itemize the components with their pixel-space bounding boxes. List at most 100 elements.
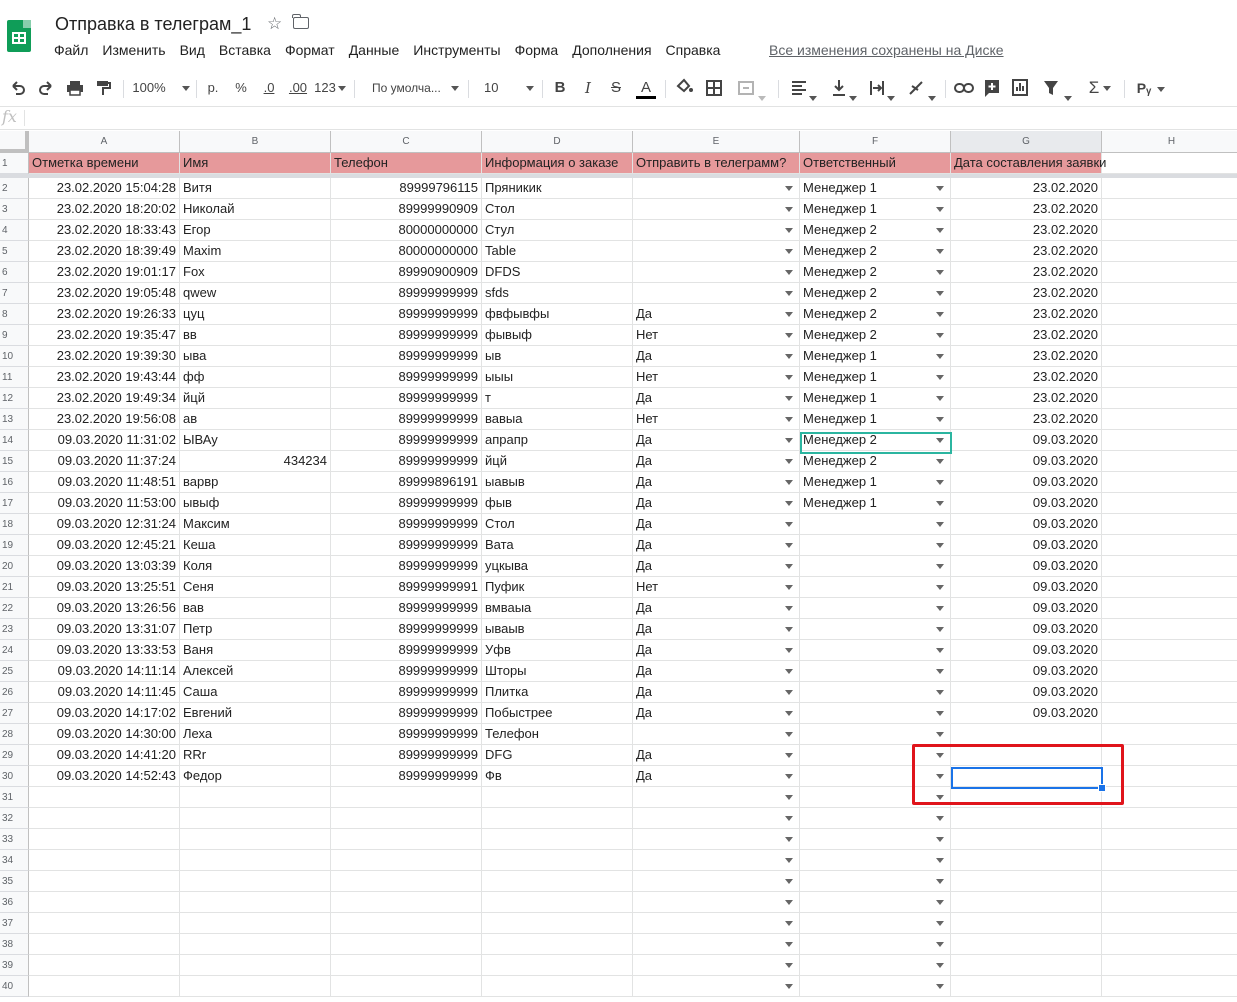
dropdown-arrow-icon[interactable] — [785, 795, 793, 800]
data-cell[interactable]: 09.03.2020 14:11:14 — [29, 661, 180, 682]
data-cell[interactable]: 23.02.2020 — [951, 304, 1102, 325]
row-header-25[interactable]: 25 — [0, 661, 29, 682]
data-cell[interactable]: 23.02.2020 — [951, 178, 1102, 199]
data-cell[interactable]: вав — [180, 598, 331, 619]
font-family-select[interactable]: По умолча... — [364, 74, 460, 102]
row-header-40[interactable]: 40 — [0, 976, 29, 997]
dropdown-cell[interactable] — [800, 913, 951, 934]
data-cell[interactable] — [1102, 283, 1237, 304]
data-cell[interactable]: Саша — [180, 682, 331, 703]
data-cell[interactable] — [1102, 199, 1237, 220]
dropdown-arrow-icon[interactable] — [785, 900, 793, 905]
dropdown-cell[interactable] — [800, 808, 951, 829]
select-all-corner[interactable] — [0, 131, 29, 153]
data-cell[interactable]: Егор — [180, 220, 331, 241]
dropdown-cell[interactable]: Да — [633, 703, 800, 724]
column-header-a[interactable]: A — [29, 131, 180, 153]
strikethrough-button[interactable]: S — [606, 74, 626, 102]
data-cell[interactable]: Уфв — [482, 640, 633, 661]
dropdown-cell[interactable]: Да — [633, 640, 800, 661]
row-header-5[interactable]: 5 — [0, 241, 29, 262]
menu-item-0[interactable]: Файл — [54, 42, 88, 58]
data-cell[interactable]: 09.03.2020 12:45:21 — [29, 535, 180, 556]
dropdown-arrow-icon[interactable] — [785, 606, 793, 611]
data-cell[interactable]: 89999999999 — [331, 409, 482, 430]
dropdown-arrow-icon[interactable] — [936, 522, 944, 527]
dropdown-arrow-icon[interactable] — [936, 396, 944, 401]
menu-item-1[interactable]: Изменить — [102, 42, 165, 58]
dropdown-arrow-icon[interactable] — [785, 816, 793, 821]
data-cell[interactable] — [1102, 220, 1237, 241]
data-cell[interactable] — [1102, 850, 1237, 871]
data-cell[interactable]: Стол — [482, 199, 633, 220]
row-header-26[interactable]: 26 — [0, 682, 29, 703]
dropdown-cell[interactable]: Менеджер 2 — [800, 304, 951, 325]
data-cell[interactable]: Максим — [180, 514, 331, 535]
data-cell[interactable] — [482, 850, 633, 871]
header-cell[interactable]: Дата составления заявки — [951, 153, 1106, 174]
data-cell[interactable]: вв — [180, 325, 331, 346]
data-cell[interactable] — [1102, 409, 1237, 430]
row-header-27[interactable]: 27 — [0, 703, 29, 724]
dropdown-arrow-icon[interactable] — [785, 711, 793, 716]
data-cell[interactable]: Витя — [180, 178, 331, 199]
dropdown-cell[interactable] — [800, 892, 951, 913]
data-cell[interactable]: 23.02.2020 15:04:28 — [29, 178, 180, 199]
data-cell[interactable]: 23.02.2020 18:39:49 — [29, 241, 180, 262]
star-icon[interactable]: ☆ — [267, 14, 282, 34]
data-cell[interactable] — [951, 871, 1102, 892]
header-cell[interactable] — [1102, 153, 1237, 174]
text-rotation-icon[interactable] — [906, 74, 938, 102]
dropdown-arrow-icon[interactable] — [936, 816, 944, 821]
increase-decimals-button[interactable]: .00 — [285, 74, 311, 102]
decrease-decimals-button[interactable]: .0 — [258, 74, 280, 102]
row-header-21[interactable]: 21 — [0, 577, 29, 598]
data-cell[interactable]: 89999999999 — [331, 619, 482, 640]
dropdown-cell[interactable]: Да — [633, 745, 800, 766]
filter-icon[interactable] — [1038, 74, 1076, 102]
dropdown-cell[interactable]: Да — [633, 766, 800, 787]
dropdown-cell[interactable] — [800, 871, 951, 892]
dropdown-arrow-icon[interactable] — [785, 837, 793, 842]
dropdown-cell[interactable] — [633, 283, 800, 304]
data-cell[interactable]: 89999999999 — [331, 682, 482, 703]
data-cell[interactable]: 89999999999 — [331, 367, 482, 388]
dropdown-cell[interactable]: Да — [633, 661, 800, 682]
dropdown-arrow-icon[interactable] — [936, 942, 944, 947]
data-cell[interactable]: ываыв — [482, 619, 633, 640]
data-cell[interactable] — [331, 976, 482, 997]
dropdown-arrow-icon[interactable] — [936, 606, 944, 611]
dropdown-cell[interactable] — [633, 787, 800, 808]
dropdown-cell[interactable]: Менеджер 2 — [800, 241, 951, 262]
dropdown-cell[interactable] — [800, 724, 951, 745]
data-cell[interactable]: Фв — [482, 766, 633, 787]
data-cell[interactable] — [29, 976, 180, 997]
header-cell[interactable]: Ответственный — [800, 153, 951, 174]
fill-color-icon[interactable] — [674, 74, 694, 102]
data-cell[interactable] — [331, 934, 482, 955]
dropdown-arrow-icon[interactable] — [785, 228, 793, 233]
data-cell[interactable]: 23.02.2020 — [951, 220, 1102, 241]
dropdown-cell[interactable]: Менеджер 2 — [800, 451, 951, 472]
row-header-38[interactable]: 38 — [0, 934, 29, 955]
dropdown-arrow-icon[interactable] — [785, 774, 793, 779]
data-cell[interactable] — [482, 808, 633, 829]
data-cell[interactable] — [482, 913, 633, 934]
insert-comment-icon[interactable] — [982, 74, 1002, 102]
data-cell[interactable] — [331, 892, 482, 913]
data-cell[interactable]: 89999999999 — [331, 493, 482, 514]
data-cell[interactable]: 89990900909 — [331, 262, 482, 283]
undo-icon[interactable] — [8, 74, 28, 102]
data-cell[interactable]: 09.03.2020 — [951, 661, 1102, 682]
document-title[interactable]: Отправка в телеграм_1 — [55, 14, 251, 35]
menu-item-6[interactable]: Инструменты — [413, 42, 500, 58]
data-cell[interactable] — [1102, 871, 1237, 892]
data-cell[interactable]: 23.02.2020 19:01:17 — [29, 262, 180, 283]
data-cell[interactable] — [482, 892, 633, 913]
dropdown-arrow-icon[interactable] — [936, 480, 944, 485]
dropdown-cell[interactable] — [633, 976, 800, 997]
row-header-20[interactable]: 20 — [0, 556, 29, 577]
data-cell[interactable] — [1102, 262, 1237, 283]
data-cell[interactable]: 09.03.2020 — [951, 451, 1102, 472]
data-cell[interactable]: Стол — [482, 514, 633, 535]
